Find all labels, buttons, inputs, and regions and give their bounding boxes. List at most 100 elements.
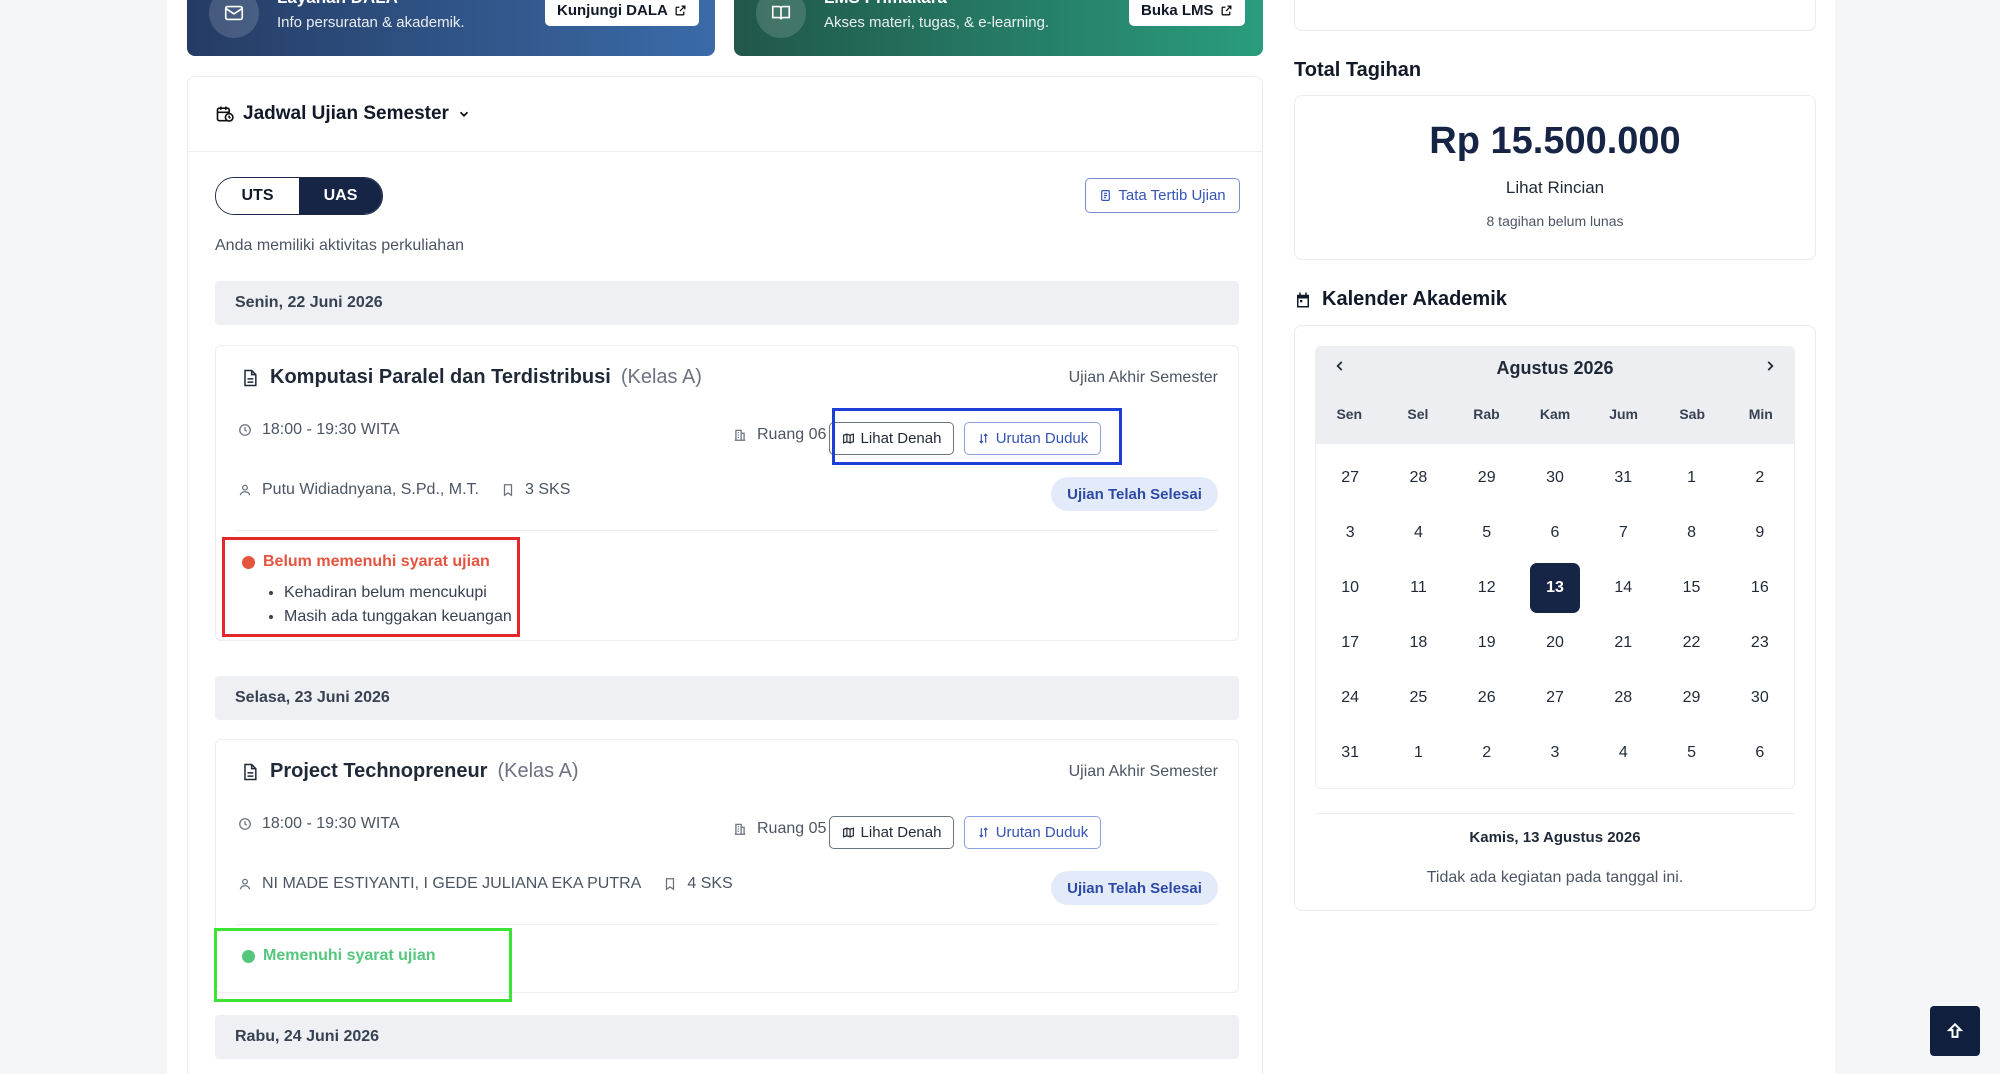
calendar-day[interactable]: 23 [1726, 615, 1794, 670]
credits-text: 3 SKS [525, 481, 571, 498]
chevron-right-icon [1767, 361, 1774, 371]
calendar-day[interactable]: 25 [1384, 670, 1452, 725]
calendar-day[interactable]: 26 [1453, 670, 1521, 725]
calendar-day[interactable]: 31 [1316, 725, 1384, 780]
clock-icon [239, 424, 251, 436]
calendar-day[interactable]: 27 [1521, 670, 1589, 725]
billing-amount: Rp 15.500.000 [1429, 120, 1681, 162]
next-month-button[interactable] [1763, 356, 1777, 382]
exam-time: 18:00 - 19:30 WITA [238, 421, 400, 439]
calendar-day[interactable]: 1 [1384, 725, 1452, 780]
button-label: Buka LMS [1141, 1, 1214, 19]
billing-card: Rp 15.500.000 Lihat Rincian 8 tagihan be… [1294, 95, 1816, 260]
document-icon [244, 763, 257, 780]
sort-icon [979, 827, 988, 838]
calendar-day[interactable]: 3 [1521, 725, 1589, 780]
academic-calendar-card: Agustus 2026 Sen Sel Rab Kam Jum Sab Min… [1294, 325, 1816, 911]
scroll-to-top-button[interactable] [1930, 1006, 1980, 1056]
tab-uas[interactable]: UAS [299, 178, 382, 214]
calendar-day[interactable]: 27 [1316, 450, 1384, 505]
course-name: Project Technopreneur [270, 760, 488, 782]
calendar-day[interactable]: 7 [1589, 505, 1657, 560]
seat-order-button[interactable]: Urutan Duduk [964, 816, 1101, 849]
selected-date: Kamis, 13 Agustus 2026 [1469, 829, 1641, 846]
calendar-day[interactable]: 2 [1453, 725, 1521, 780]
calendar-day[interactable]: 30 [1726, 670, 1794, 725]
bookmark-icon [503, 484, 513, 497]
credits-text: 4 SKS [687, 875, 733, 892]
calendar-day[interactable]: 21 [1589, 615, 1657, 670]
weekday-label: Rab [1473, 406, 1500, 422]
date-header: Selasa, 23 Juni 2026 [215, 676, 1239, 720]
calendar-day[interactable]: 12 [1453, 560, 1521, 615]
button-label: Lihat Denah [860, 824, 942, 841]
calendar-day[interactable]: 28 [1384, 450, 1452, 505]
calendar-grid: 27 28 29 30 31 1 2 3 4 5 6 7 8 9 10 11 12 13 14 15 16 17 18 19 2… [1315, 444, 1795, 789]
chevron-down-icon [459, 111, 469, 117]
calendar-day[interactable]: 16 [1726, 560, 1794, 615]
external-link-icon [1221, 5, 1231, 15]
calendar-day[interactable]: 22 [1657, 615, 1725, 670]
calendar-day[interactable]: 14 [1589, 560, 1657, 615]
billing-details-link[interactable]: Lihat Rincian [1295, 178, 1815, 198]
calendar-day[interactable]: 4 [1384, 505, 1452, 560]
billing-title: Total Tagihan [1294, 59, 1422, 81]
calendar-day[interactable]: 3 [1316, 505, 1384, 560]
bookmark-icon [666, 878, 675, 891]
calendar-day[interactable]: 20 [1521, 615, 1589, 670]
exam-title: Project Technopreneur (Kelas A) [240, 760, 579, 783]
exam-type: Ujian Akhir Semester [1068, 763, 1218, 780]
calendar-day[interactable]: 18 [1384, 615, 1452, 670]
banner-title: Layanan DALA [277, 0, 398, 8]
tab-uts[interactable]: UTS [216, 178, 299, 214]
weekday-label: Sab [1679, 406, 1706, 422]
exam-rules-button[interactable]: Tata Tertib Ujian [1085, 178, 1240, 213]
calendar-day[interactable]: 28 [1589, 670, 1657, 725]
calendar-day-label: 13 [1529, 562, 1580, 613]
calendar-day[interactable]: 10 [1316, 560, 1384, 615]
calendar-clock-icon [216, 106, 234, 122]
calendar-day[interactable]: 17 [1316, 615, 1384, 670]
calendar-day[interactable]: 11 [1384, 560, 1452, 615]
status-badge: Ujian Telah Selesai [1051, 871, 1218, 905]
view-map-button[interactable]: Lihat Denah [829, 816, 954, 849]
schedule-header: Jadwal Ujian Semester [188, 77, 1262, 152]
calendar-day[interactable]: 5 [1657, 725, 1725, 780]
calendar-day[interactable]: 24 [1316, 670, 1384, 725]
calendar-day[interactable]: 29 [1657, 670, 1725, 725]
open-lms-button[interactable]: Buka LMS [1129, 0, 1245, 26]
exam-lecturer: NI MADE ESTIYANTI, I GEDE JULIANA EKA PU… [238, 875, 733, 893]
calendar-day[interactable]: 1 [1657, 450, 1725, 505]
visit-dala-button[interactable]: Kunjungi DALA [545, 0, 699, 26]
calendar-day[interactable]: 29 [1453, 450, 1521, 505]
calendar-day[interactable]: 2 [1726, 450, 1794, 505]
divider [236, 530, 1218, 531]
calendar-week-row: 17 18 19 20 21 22 23 [1316, 615, 1794, 670]
calendar-day[interactable]: 6 [1726, 725, 1794, 780]
calendar-day[interactable]: 15 [1657, 560, 1725, 615]
calendar-day[interactable]: 31 [1589, 450, 1657, 505]
course-class: (Kelas A) [620, 366, 702, 388]
calendar-day[interactable]: 6 [1521, 505, 1589, 560]
exam-room: Ruang 05 [733, 820, 826, 838]
banner-subtitle: Info persuratan & akademik. [277, 14, 465, 31]
dala-banner: Layanan DALA Info persuratan & akademik.… [187, 0, 715, 56]
weekday-label: Min [1748, 406, 1773, 422]
calendar-day-selected[interactable]: 13 [1521, 560, 1589, 615]
calendar-day[interactable]: 4 [1589, 725, 1657, 780]
room-text: Ruang 06 [757, 426, 827, 443]
calendar-day[interactable]: 30 [1521, 450, 1589, 505]
weekday-label: Jum [1609, 406, 1638, 422]
calendar-week-row: 24 25 26 27 28 29 30 [1316, 670, 1794, 725]
calendar-day[interactable]: 9 [1726, 505, 1794, 560]
arrow-up-icon [1946, 1022, 1964, 1038]
calendar-day[interactable]: 19 [1453, 615, 1521, 670]
calendar-day[interactable]: 5 [1453, 505, 1521, 560]
lecturer-text: Putu Widiadnyana, S.Pd., M.T. [262, 481, 479, 498]
schedule-dropdown[interactable]: Jadwal Ujian Semester [215, 103, 471, 125]
user-icon [239, 878, 251, 890]
banner-subtitle: Akses materi, tugas, & e-learning. [824, 14, 1050, 31]
exam-type: Ujian Akhir Semester [1068, 369, 1218, 386]
calendar-day[interactable]: 8 [1657, 505, 1725, 560]
highlight-box-requirement-fail [222, 537, 520, 637]
